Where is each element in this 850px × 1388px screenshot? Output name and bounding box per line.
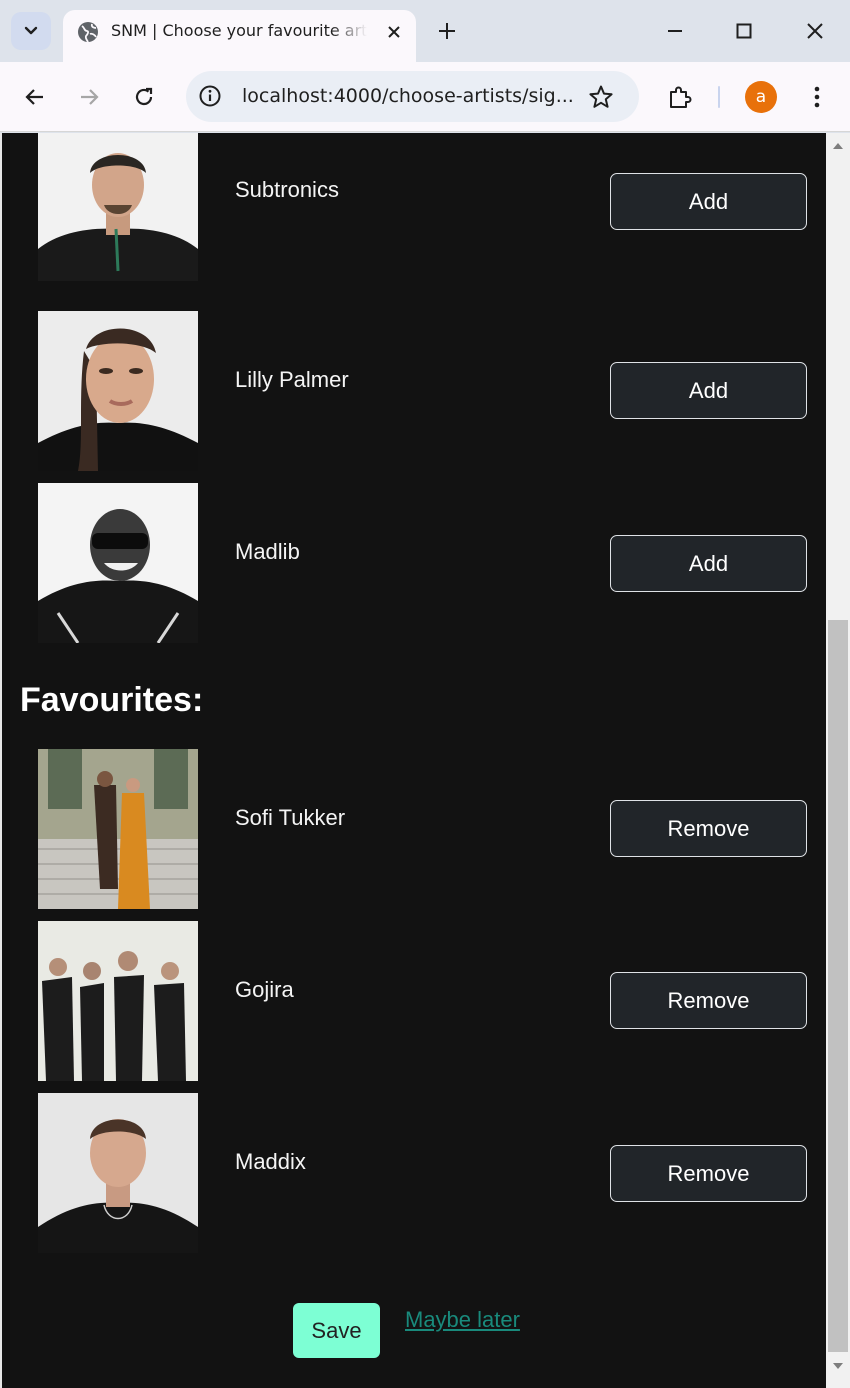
artist-name: Maddix xyxy=(235,1149,306,1174)
globe-icon xyxy=(78,22,98,43)
extensions-icon xyxy=(670,86,692,108)
artist-name: Madlib xyxy=(235,539,300,564)
artist-row: Subtronics Add xyxy=(38,133,808,281)
chevron-down-icon xyxy=(24,26,38,35)
artist-photo xyxy=(38,133,198,281)
favourites-heading: Favourites: xyxy=(20,681,204,719)
artist-photo xyxy=(38,483,198,643)
add-artist-button[interactable]: Add xyxy=(610,535,807,592)
active-tab[interactable]: SNM | Choose your favourite artists xyxy=(63,10,416,62)
new-tab-button[interactable] xyxy=(433,17,461,45)
extensions-button[interactable] xyxy=(663,80,697,114)
page-edge xyxy=(0,133,2,1388)
favourite-row: Gojira Remove xyxy=(38,921,808,1081)
address-bar[interactable]: localhost:4000/choose-artists/sig... xyxy=(186,71,639,122)
artist-row: Lilly Palmer Add xyxy=(38,311,808,471)
toolbar-divider xyxy=(718,86,720,108)
close-icon xyxy=(388,26,400,38)
artist-name: Subtronics xyxy=(235,177,339,202)
artist-row: Madlib Add xyxy=(38,483,808,643)
maybe-later-link[interactable]: Maybe later xyxy=(405,1307,520,1333)
artist-name: Lilly Palmer xyxy=(235,367,349,392)
menu-icon xyxy=(814,86,820,108)
close-window-button[interactable] xyxy=(798,14,832,48)
favourite-row: Sofi Tukker Remove xyxy=(38,749,808,909)
save-button[interactable]: Save xyxy=(293,1303,380,1358)
remove-artist-button[interactable]: Remove xyxy=(610,972,807,1029)
forward-icon xyxy=(81,89,99,105)
minimize-icon xyxy=(668,30,682,32)
add-artist-button[interactable]: Add xyxy=(610,362,807,419)
artist-photo xyxy=(38,749,198,909)
forward-button[interactable] xyxy=(72,80,106,114)
artist-photo xyxy=(38,311,198,471)
scroll-up-arrow[interactable] xyxy=(833,143,843,149)
tab-title: SNM | Choose your favourite artists xyxy=(111,21,367,40)
remove-artist-button[interactable]: Remove xyxy=(610,800,807,857)
artist-name: Gojira xyxy=(235,977,294,1002)
minimize-button[interactable] xyxy=(658,14,692,48)
star-icon[interactable] xyxy=(588,84,614,110)
artist-name: Sofi Tukker xyxy=(235,805,346,830)
tab-strip: SNM | Choose your favourite artists xyxy=(0,0,850,62)
maximize-icon xyxy=(736,23,752,39)
page-scrollbar[interactable] xyxy=(826,133,850,1388)
close-icon xyxy=(807,23,823,39)
site-info-icon[interactable] xyxy=(198,84,222,108)
artist-photo xyxy=(38,1093,198,1253)
reload-icon xyxy=(135,87,153,106)
tab-search-button[interactable] xyxy=(11,12,51,50)
close-tab-button[interactable] xyxy=(382,20,406,44)
scrollbar-thumb[interactable] xyxy=(828,620,848,1352)
favourite-row: Maddix Remove xyxy=(38,1093,808,1253)
browser-menu-button[interactable] xyxy=(800,80,834,114)
artist-photo xyxy=(38,921,198,1081)
scroll-down-arrow[interactable] xyxy=(833,1363,843,1369)
profile-avatar[interactable]: a xyxy=(745,81,777,113)
plus-icon xyxy=(439,23,455,39)
back-icon xyxy=(25,89,43,105)
browser-toolbar: localhost:4000/choose-artists/sig... a xyxy=(0,62,850,132)
remove-artist-button[interactable]: Remove xyxy=(610,1145,807,1202)
page-viewport: Subtronics Add Lilly Palmer Add Madlib A… xyxy=(0,133,850,1388)
add-artist-button[interactable]: Add xyxy=(610,173,807,230)
maximize-button[interactable] xyxy=(727,14,761,48)
reload-button[interactable] xyxy=(127,80,161,114)
url-text[interactable]: localhost:4000/choose-artists/sig... xyxy=(242,85,582,107)
back-button[interactable] xyxy=(18,80,52,114)
